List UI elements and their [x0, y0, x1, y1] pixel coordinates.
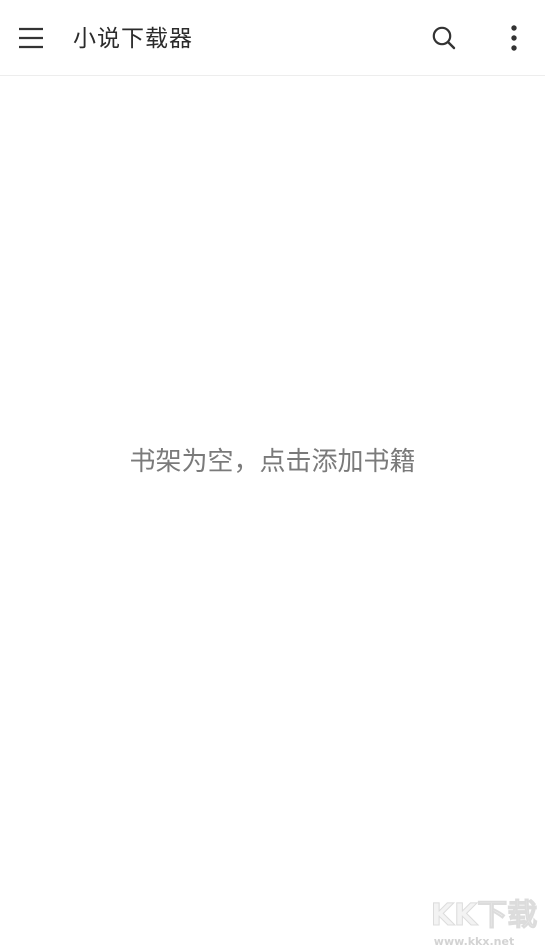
menu-icon	[19, 27, 43, 49]
app-bar: 小说下载器	[0, 0, 545, 76]
svg-text:www.kkx.net: www.kkx.net	[434, 935, 514, 948]
search-button[interactable]	[420, 14, 468, 62]
more-options-button[interactable]	[490, 14, 538, 62]
empty-shelf-message[interactable]: 书架为空，点击添加书籍	[0, 445, 545, 479]
search-icon	[432, 26, 456, 50]
svg-text:KK下载: KK下载	[431, 898, 538, 933]
menu-button[interactable]	[7, 14, 55, 62]
bookshelf-content: 书架为空，点击添加书籍	[0, 76, 545, 950]
app-title: 小说下载器	[73, 26, 193, 52]
watermark-logo: KK下载 www.kkx.net	[426, 893, 544, 949]
more-vertical-icon	[511, 25, 517, 51]
